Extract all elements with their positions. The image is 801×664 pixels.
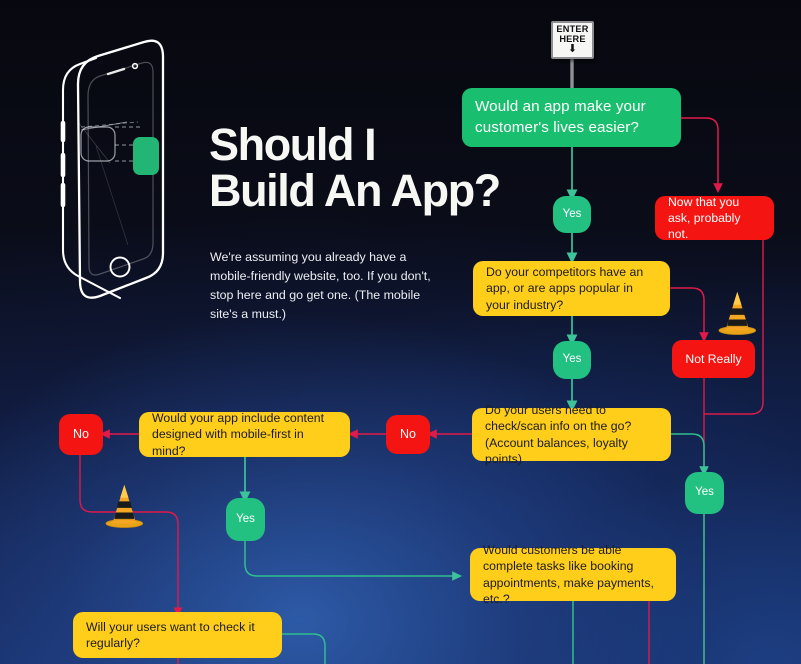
question-complete-tasks-bookings-payments[interactable]: Would customers be able complete tasks l…: [470, 543, 676, 606]
infographic-canvas: ENTER HERE ⬇ Should I Build An App? We'r…: [0, 0, 801, 664]
page-title-line-1: Should I: [209, 119, 377, 170]
pill-yes-2[interactable]: Yes: [553, 341, 591, 379]
pill-no-1[interactable]: No: [386, 415, 430, 454]
pill-yes-1[interactable]: Yes: [553, 196, 591, 233]
edge-yes3-q5: [244, 541, 463, 581]
page-subtitle: We're assuming you already have a mobile…: [210, 250, 431, 321]
edge-q1-no: [681, 117, 723, 194]
question-competitors-have-app[interactable]: Do your competitors have an app, or are …: [473, 261, 670, 316]
answer-not-really[interactable]: Not Really: [672, 340, 755, 378]
enter-here-sign: ENTER HERE ⬇: [551, 21, 594, 59]
page-title: Should I Build An App?: [209, 122, 539, 214]
edge-q3-yes4: [671, 433, 709, 477]
question-users-check-scan-on-the-go[interactable]: Do your users need to check/scan info on…: [472, 403, 671, 466]
traffic-cone-icon: [718, 291, 757, 335]
pill-yes-3[interactable]: Yes: [226, 498, 265, 541]
question-check-regularly[interactable]: Will your users want to check it regular…: [73, 612, 282, 658]
pill-no-2[interactable]: No: [59, 414, 103, 455]
page-title-line-2: Build An App?: [209, 164, 501, 216]
question-mobile-first-content[interactable]: Would your app include content designed …: [139, 411, 350, 458]
edge-q2-notreally: [670, 287, 709, 343]
traffic-cone-icon: [105, 484, 144, 528]
edge-no2-q6: [79, 455, 183, 617]
down-arrow-icon: ⬇: [567, 43, 578, 56]
edge-q6-right: [282, 633, 326, 664]
answer-probably-not[interactable]: Now that you ask, probably not.: [655, 195, 774, 241]
pill-yes-4[interactable]: Yes: [685, 472, 724, 514]
green-app-icon: [77, 121, 159, 246]
